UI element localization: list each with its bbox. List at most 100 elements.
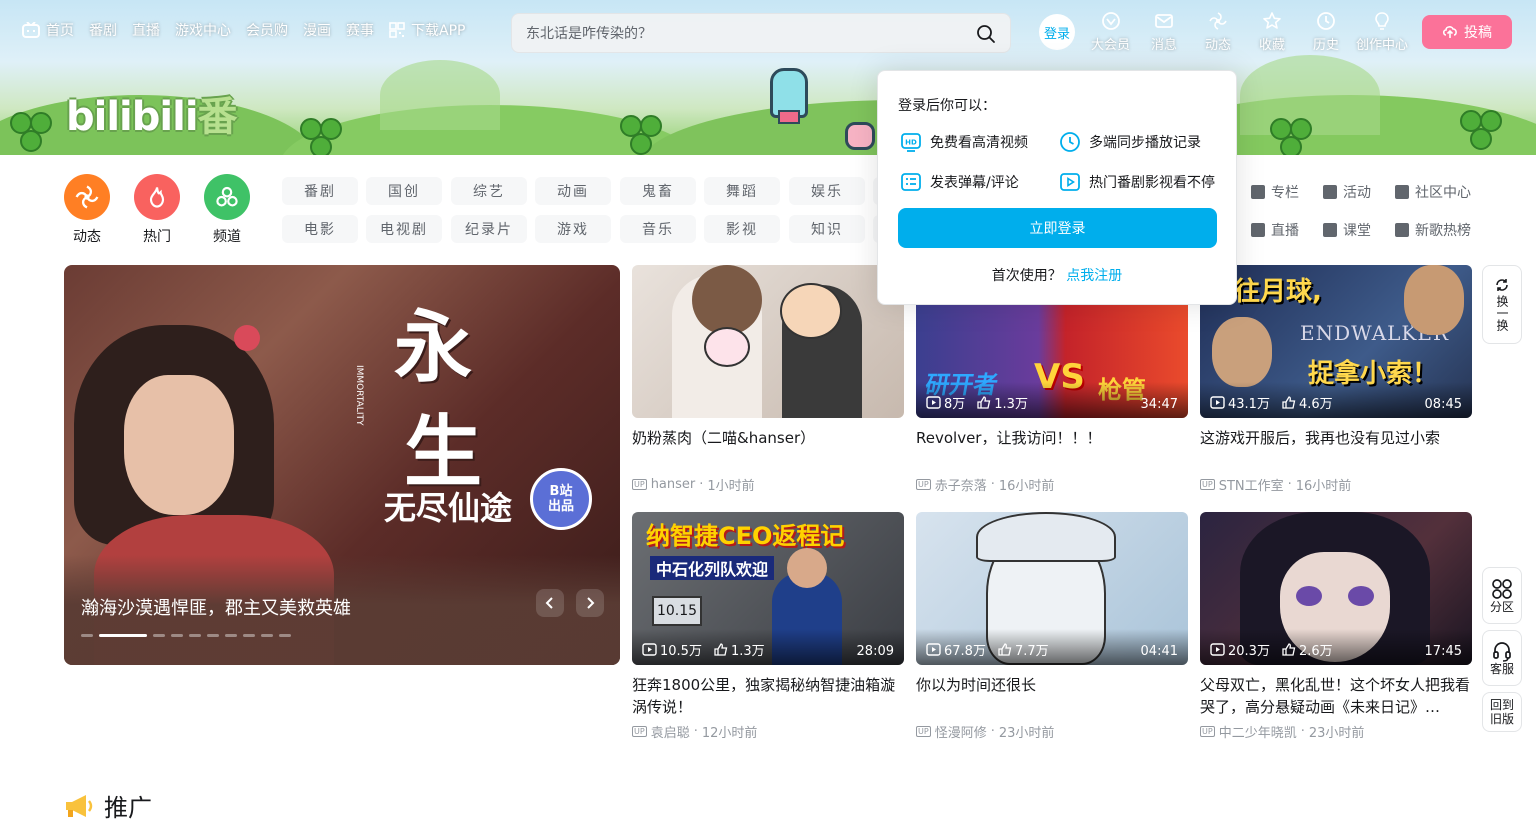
categories-button[interactable]: 分区: [1482, 567, 1522, 624]
carousel-prev-button[interactable]: [536, 589, 564, 617]
tag-music[interactable]: 音乐: [620, 215, 696, 243]
link-classroom[interactable]: 课堂: [1323, 220, 1371, 240]
nav-messages[interactable]: 消息: [1151, 11, 1177, 53]
video-stats: 67.8万 7.7万 04:41: [916, 629, 1188, 665]
login-now-button[interactable]: 立即登录: [898, 208, 1217, 248]
video-meta[interactable]: UP 赤子奈落 · 16小时前: [916, 475, 1054, 494]
upload-icon: [1442, 26, 1457, 38]
video-time: 16小时前: [998, 479, 1055, 494]
tag-dance[interactable]: 舞蹈: [704, 177, 780, 205]
tag-animation[interactable]: 动画: [535, 177, 611, 205]
carousel-next-button[interactable]: [576, 589, 604, 617]
tag-movie[interactable]: 电影: [282, 215, 358, 243]
login-label: 登录: [1043, 26, 1070, 42]
thumb-sticker: [704, 327, 750, 367]
tag-documentary[interactable]: 纪录片: [451, 215, 527, 243]
nav-dynamics-label: 动态: [1205, 38, 1232, 53]
nav-live[interactable]: 直播: [132, 20, 160, 40]
nav-history-label: 历史: [1313, 38, 1340, 53]
carousel-dot[interactable]: [261, 634, 273, 637]
carousel-dot[interactable]: [171, 634, 183, 637]
carousel-caption[interactable]: 瀚海沙漠遇悍匪，郡主又美救英雄: [81, 594, 351, 620]
customer-service-button[interactable]: 客服: [1482, 630, 1522, 686]
link-new-songs[interactable]: 新歌热榜: [1395, 220, 1471, 240]
register-link[interactable]: 点我注册: [1066, 268, 1122, 284]
carousel-dot[interactable]: [207, 634, 219, 637]
thumb-sketch-hair: [976, 512, 1116, 562]
play-count-icon: [642, 643, 657, 656]
nav-download-app[interactable]: 下载APP: [389, 20, 465, 40]
carousel-dot[interactable]: [243, 634, 255, 637]
nav-vip[interactable]: 大会员: [1091, 11, 1130, 53]
video-thumbnail[interactable]: 纳智捷CEO返程记 中石化列队欢迎 10.15 10.5万 1.3万 28:09: [632, 512, 904, 665]
old-version-button[interactable]: 回到旧版: [1482, 692, 1522, 732]
video-title[interactable]: 你以为时间还很长: [916, 674, 1188, 696]
channel-dynamics[interactable]: 动态: [64, 174, 110, 246]
refresh-button[interactable]: 换一换: [1482, 265, 1522, 344]
tag-kichiku[interactable]: 鬼畜: [620, 177, 696, 205]
bilibili-logo[interactable]: bilibili番: [66, 84, 238, 142]
tag-game[interactable]: 游戏: [535, 215, 611, 243]
nav-live-label: 直播: [132, 23, 160, 39]
nav-anime[interactable]: 番剧: [89, 20, 117, 40]
nav-creator-center[interactable]: 创作中心: [1356, 11, 1408, 53]
nav-game-center[interactable]: 游戏中心: [175, 20, 231, 40]
tag-knowledge[interactable]: 知识: [789, 215, 865, 243]
link-community[interactable]: 社区中心: [1395, 182, 1471, 202]
video-meta[interactable]: UP STN工作室 · 16小时前: [1200, 475, 1351, 494]
tag-variety[interactable]: 综艺: [451, 177, 527, 205]
link-activities[interactable]: 活动: [1323, 182, 1371, 202]
tag-anime[interactable]: 番剧: [282, 177, 358, 205]
hero-carousel[interactable]: 永 生 无尽仙途 IMMORTALITY B站 出品 瀚海沙漠遇悍匪，郡主又美救…: [64, 265, 620, 665]
channel-hot[interactable]: 热门: [134, 174, 180, 246]
tag-entertainment[interactable]: 娱乐: [789, 177, 865, 205]
meta-separator: ·: [699, 477, 704, 492]
tag-tv-series[interactable]: 电视剧: [366, 215, 442, 243]
video-thumbnail[interactable]: [632, 265, 904, 418]
nav-home[interactable]: 首页: [22, 20, 74, 40]
video-meta[interactable]: UP 中二少年晓凯 · 23小时前: [1200, 722, 1364, 741]
tag-guochuang[interactable]: 国创: [366, 177, 442, 205]
search-icon[interactable]: [976, 24, 996, 44]
video-meta[interactable]: UP 怪漫阿修 · 23小时前: [916, 722, 1054, 741]
video-thumbnail[interactable]: 67.8万 7.7万 04:41: [916, 512, 1188, 665]
video-thumbnail[interactable]: 20.3万 2.6万 17:45: [1200, 512, 1472, 665]
tag-film-tv[interactable]: 影视: [704, 215, 780, 243]
link-articles[interactable]: 专栏: [1251, 182, 1299, 202]
nav-member-shop[interactable]: 会员购: [246, 20, 288, 40]
nav-esports[interactable]: 赛事: [346, 20, 374, 40]
clover-decoration: [300, 118, 346, 155]
video-title[interactable]: 父母双亡，黑化乱世！这个坏女人把我看哭了，高分悬疑动画《未来日记》…: [1200, 674, 1472, 718]
carousel-dot[interactable]: [153, 634, 165, 637]
likes-stat: 4.6万: [1282, 393, 1333, 412]
carousel-dot[interactable]: [99, 634, 147, 637]
carousel-dot[interactable]: [279, 634, 291, 637]
carousel-dot[interactable]: [81, 634, 93, 637]
banner-bush: [380, 60, 500, 130]
poster-title-1: 永: [394, 302, 473, 393]
upload-button[interactable]: 投稿: [1422, 15, 1512, 49]
nav-game-center-label: 游戏中心: [175, 23, 231, 39]
video-title[interactable]: 奶粉蒸肉（二喵&hanser）: [632, 427, 904, 449]
login-avatar-button[interactable]: 登录: [1039, 14, 1075, 50]
link-live[interactable]: 直播: [1251, 220, 1299, 240]
flag-icon: [1323, 185, 1337, 199]
nav-history[interactable]: 历史: [1313, 11, 1339, 53]
nav-dynamics[interactable]: 动态: [1205, 11, 1231, 53]
pixel-character-2: [845, 122, 875, 150]
logo-suffix: 番: [197, 94, 238, 140]
video-thumbnail[interactable]: 前往月球, ENDWALKER 捉拿小索！ 43.1万 4.6万 08:45: [1200, 265, 1472, 418]
channel-channels[interactable]: 频道: [204, 174, 250, 246]
carousel-dot[interactable]: [189, 634, 201, 637]
message-icon: [1155, 14, 1173, 28]
video-meta[interactable]: UP 袁启聪 · 12小时前: [632, 722, 757, 741]
video-title[interactable]: 这游戏开服后，我再也没有见过小索: [1200, 427, 1472, 449]
nav-favorites-label: 收藏: [1259, 38, 1286, 53]
nav-favorites[interactable]: 收藏: [1259, 11, 1285, 53]
video-title[interactable]: Revolver，让我访问！！！: [916, 427, 1188, 449]
carousel-dot[interactable]: [225, 634, 237, 637]
nav-manga[interactable]: 漫画: [303, 20, 331, 40]
video-title[interactable]: 狂奔1800公里，独家揭秘纳智捷油箱漩涡传说！: [632, 674, 904, 718]
search-input[interactable]: [526, 22, 966, 46]
video-meta[interactable]: UP hanser · 1小时前: [632, 475, 755, 494]
